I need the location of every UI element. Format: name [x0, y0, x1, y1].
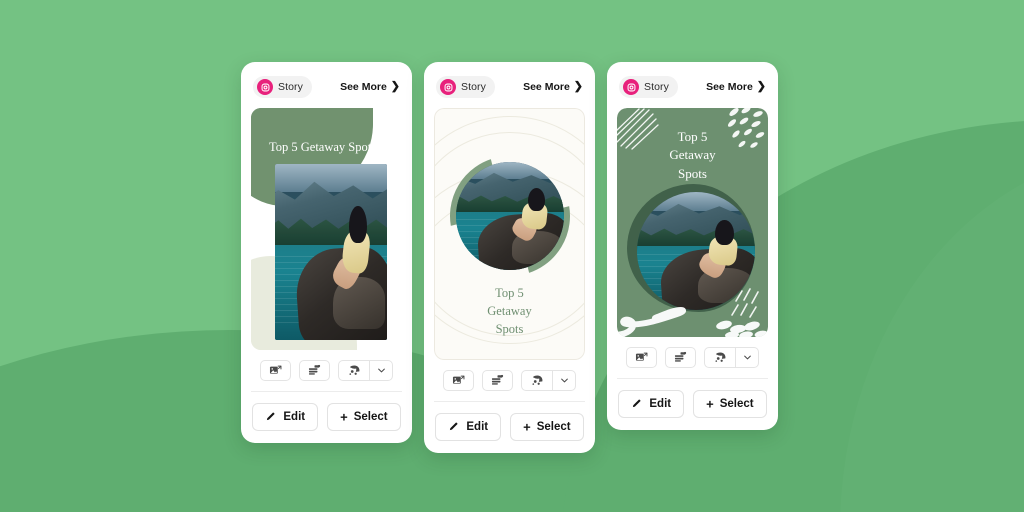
story-card[interactable]: Story See More ❯ Top 5 Getaway Spots Edi… — [424, 62, 595, 453]
image-resize-icon[interactable] — [626, 347, 657, 368]
select-button-label: Select — [719, 398, 754, 410]
preview-photo — [456, 162, 564, 270]
image-resize-icon[interactable] — [260, 360, 291, 381]
edit-button-label: Edit — [466, 421, 489, 433]
pencil-icon — [631, 397, 643, 412]
chevron-right-icon: ❯ — [756, 80, 766, 92]
card-header: Story See More ❯ — [619, 74, 766, 100]
plus-icon: + — [523, 419, 531, 434]
story-badge[interactable]: Story — [436, 76, 496, 98]
pencil-icon — [448, 420, 460, 435]
sticker-icon[interactable] — [339, 361, 369, 380]
sticker-tool-group — [338, 360, 393, 381]
chevron-right-icon: ❯ — [390, 80, 400, 92]
select-button[interactable]: + Select — [510, 413, 584, 441]
layout-icon[interactable] — [299, 360, 330, 381]
preview-toolbar — [617, 347, 768, 379]
see-more-label: See More — [523, 81, 570, 93]
chevron-down-icon[interactable] — [736, 348, 758, 367]
preview-title: Top 5 Getaway Spots — [269, 140, 377, 154]
instagram-icon — [623, 79, 639, 95]
see-more-button[interactable]: See More ❯ — [340, 80, 400, 94]
see-more-label: See More — [706, 81, 753, 93]
select-button-label: Select — [536, 421, 571, 433]
preview-title-line: Spots — [678, 165, 707, 181]
chevron-down-icon[interactable] — [370, 361, 392, 380]
chevron-right-icon: ❯ — [573, 80, 583, 92]
sticker-icon[interactable] — [522, 371, 552, 390]
preview-title: Top 5 Getaway Spots — [434, 284, 585, 338]
story-card-deck: Story See More ❯ Top 5 Getaway Spots Edi… — [241, 62, 778, 453]
story-badge-label: Story — [278, 81, 304, 93]
preview-title-line: Getaway — [487, 304, 532, 319]
preview-title: Top 5 Getaway Spots — [617, 128, 768, 183]
edit-button-label: Edit — [283, 411, 306, 423]
preview-toolbar — [434, 370, 585, 402]
preview-toolbar — [251, 360, 402, 392]
see-more-button[interactable]: See More ❯ — [706, 80, 766, 94]
preview-photo — [275, 164, 387, 340]
edit-button[interactable]: Edit — [435, 413, 502, 441]
image-resize-icon[interactable] — [443, 370, 474, 391]
sticker-tool-group — [521, 370, 576, 391]
preview-title-line: Getaway — [669, 147, 716, 163]
edit-button[interactable]: Edit — [618, 390, 685, 418]
app-background: Story See More ❯ Top 5 Getaway Spots Edi… — [0, 0, 1024, 512]
preview-title-line: Top 5 — [495, 286, 524, 300]
card-actions: Edit + Select — [617, 390, 768, 418]
story-badge[interactable]: Story — [619, 76, 679, 98]
card-actions: Edit + Select — [434, 413, 585, 441]
select-button-label: Select — [353, 411, 388, 423]
edit-button-label: Edit — [649, 398, 672, 410]
story-preview[interactable]: Top 5 Getaway Spots — [251, 108, 402, 350]
card-header: Story See More ❯ — [436, 74, 583, 100]
chevron-down-icon[interactable] — [553, 371, 575, 390]
preview-title-line: Spots — [495, 322, 524, 337]
layout-icon[interactable] — [665, 347, 696, 368]
sticker-icon[interactable] — [705, 348, 735, 367]
plus-icon: + — [340, 409, 348, 424]
instagram-icon — [257, 79, 273, 95]
card-header: Story See More ❯ — [253, 74, 400, 100]
story-preview[interactable]: Top 5 Getaway Spots — [434, 108, 585, 360]
select-button[interactable]: + Select — [693, 390, 767, 418]
story-badge-label: Story — [644, 81, 670, 93]
edit-button[interactable]: Edit — [252, 403, 319, 431]
background-wave-right-secondary — [840, 150, 1024, 512]
sticker-tool-group — [704, 347, 759, 368]
select-button[interactable]: + Select — [327, 403, 401, 431]
story-badge[interactable]: Story — [253, 76, 313, 98]
pencil-icon — [265, 410, 277, 425]
instagram-icon — [440, 79, 456, 95]
see-more-button[interactable]: See More ❯ — [523, 80, 583, 94]
card-actions: Edit + Select — [251, 403, 402, 431]
preview-title-line: Top 5 — [677, 129, 708, 144]
story-card[interactable]: Story See More ❯ Top 5 Getaway Spots Edi… — [241, 62, 412, 443]
preview-photo — [637, 192, 755, 310]
plus-icon: + — [706, 396, 714, 411]
story-card[interactable]: Story See More ❯ Top 5 Getaway Spots Edi… — [607, 62, 778, 430]
story-preview[interactable]: Top 5 Getaway Spots — [617, 108, 768, 337]
see-more-label: See More — [340, 81, 387, 93]
layout-icon[interactable] — [482, 370, 513, 391]
story-badge-label: Story — [461, 81, 487, 93]
